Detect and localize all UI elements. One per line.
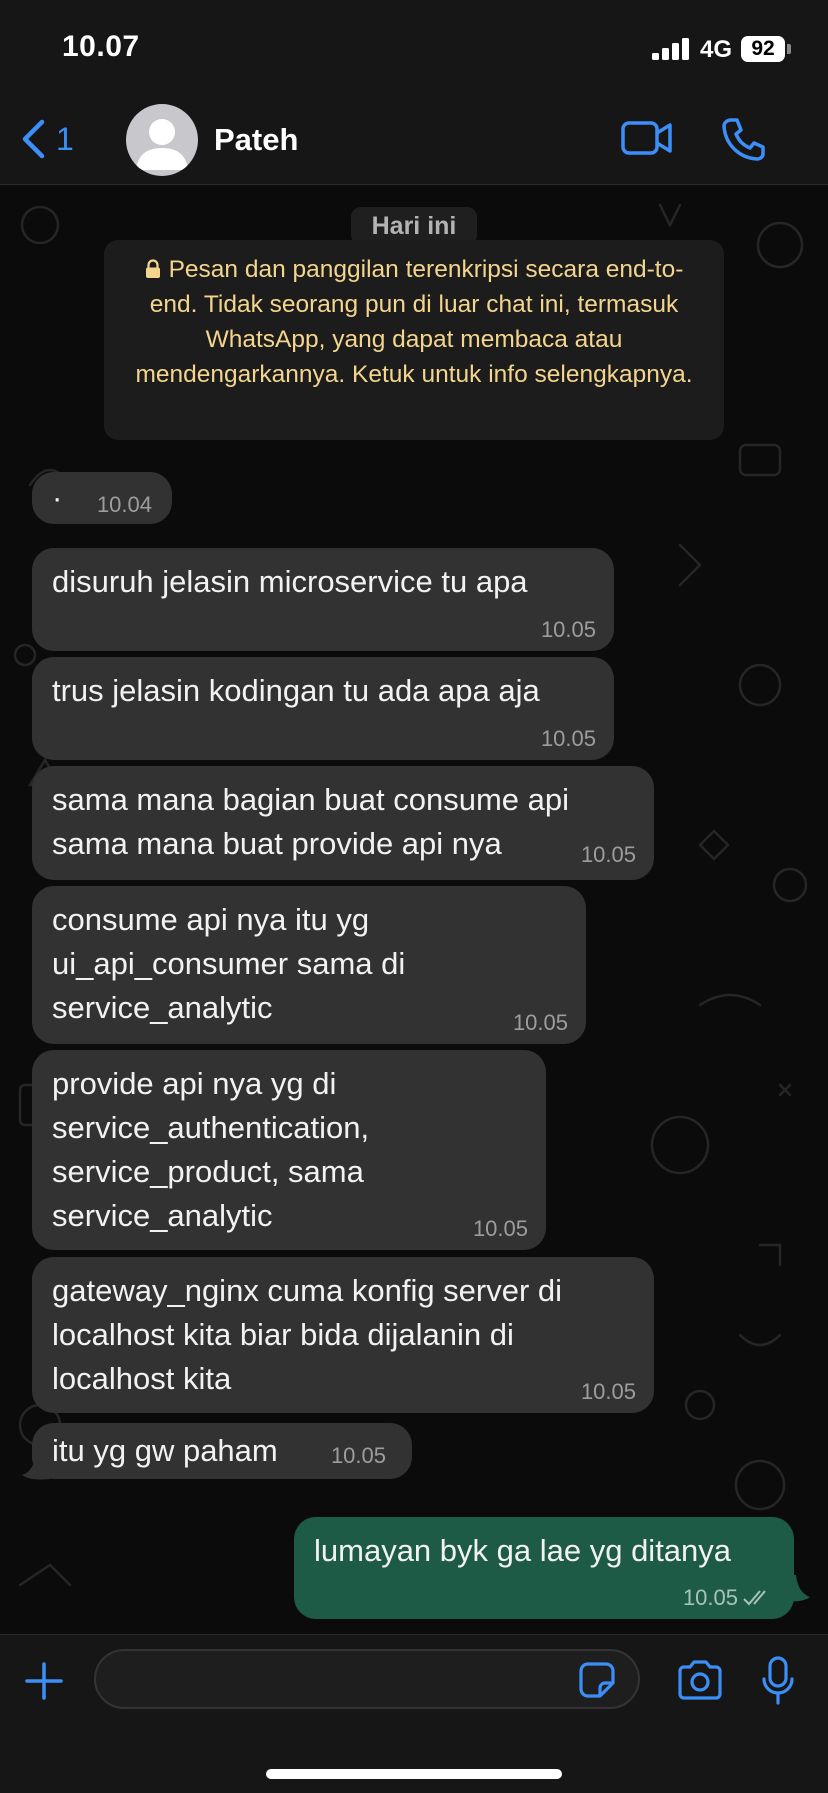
message-time: 10.05	[330, 1443, 386, 1468]
message-time: 10.05	[472, 1216, 528, 1241]
message-text: consume api nya itu yg ui_api_consumer s…	[52, 902, 406, 1025]
message-time: 10.05	[580, 842, 636, 867]
message-text: gateway_nginx cuma konfig server di loca…	[52, 1273, 563, 1396]
message-time: 10.05	[540, 617, 596, 642]
message-bubble-incoming[interactable]: · 10.04	[32, 472, 172, 524]
message-bubble-outgoing[interactable]: lumayan byk ga lae yg ditanya 10.05	[294, 1517, 794, 1619]
message-text: trus jelasin kodingan tu ada apa aja	[52, 673, 540, 708]
back-button[interactable]: 1	[20, 114, 90, 164]
video-call-button[interactable]	[620, 118, 674, 163]
video-camera-icon	[621, 121, 672, 155]
message-text: sama mana bagian buat consume api sama m…	[52, 782, 569, 861]
message-text: ·	[52, 480, 63, 515]
chat-area[interactable]: Hari ini Pesan dan panggilan terenkripsi…	[0, 185, 828, 1635]
status-time: 10.07	[62, 30, 140, 63]
unread-count: 1	[56, 120, 74, 157]
message-input[interactable]	[94, 1649, 640, 1709]
encryption-notice[interactable]: Pesan dan panggilan terenkripsi secara e…	[104, 240, 724, 440]
message-bubble-incoming[interactable]: gateway_nginx cuma konfig server di loca…	[32, 1257, 654, 1413]
message-input-bar	[0, 1634, 828, 1793]
double-check-icon	[743, 1590, 766, 1606]
home-indicator[interactable]	[266, 1769, 562, 1779]
plus-icon	[25, 1662, 63, 1700]
encryption-notice-text: Pesan dan panggilan terenkripsi secara e…	[135, 256, 693, 388]
message-time: 10.05	[540, 726, 596, 751]
status-bar: 10.07 4G 92	[0, 0, 828, 100]
network-type: 4G	[700, 36, 733, 63]
sticker-button[interactable]	[578, 1661, 616, 1704]
default-avatar-icon	[136, 119, 188, 170]
microphone-icon	[762, 1656, 794, 1705]
message-time: 10.05	[512, 1010, 568, 1035]
message-bubble-incoming[interactable]: trus jelasin kodingan tu ada apa aja 10.…	[32, 657, 614, 760]
contact-name[interactable]: Pateh	[214, 122, 298, 158]
message-time: 10.05	[580, 1379, 636, 1404]
battery-level: 92	[741, 36, 785, 62]
voice-message-button[interactable]	[760, 1655, 796, 1712]
message-time: 10.05	[683, 1583, 772, 1613]
battery-cap	[787, 44, 791, 54]
message-text: disuruh jelasin microservice tu apa	[52, 564, 528, 599]
message-bubble-incoming[interactable]: sama mana bagian buat consume api sama m…	[32, 766, 654, 880]
camera-icon	[678, 1660, 722, 1700]
signal-strength-icon	[652, 38, 689, 60]
voice-call-button[interactable]	[720, 116, 766, 167]
camera-button[interactable]	[676, 1659, 724, 1706]
chat-header: 1 Pateh	[0, 100, 828, 185]
message-bubble-incoming[interactable]: provide api nya yg di service_authentica…	[32, 1050, 546, 1250]
message-text: provide api nya yg di service_authentica…	[52, 1066, 370, 1233]
attach-button[interactable]	[24, 1661, 64, 1706]
message-bubble-incoming[interactable]: itu yg gw paham 10.05	[32, 1423, 412, 1479]
message-time: 10.04	[96, 492, 152, 517]
lock-icon	[145, 259, 160, 278]
chevron-left-icon	[22, 119, 45, 159]
avatar[interactable]	[126, 104, 198, 176]
message-text: itu yg gw paham	[52, 1433, 278, 1468]
message-time-value: 10.05	[682, 1585, 738, 1610]
sticker-icon	[579, 1662, 615, 1698]
message-bubble-incoming[interactable]: disuruh jelasin microservice tu apa 10.0…	[32, 548, 614, 651]
message-text: lumayan byk ga lae yg ditanya	[314, 1533, 732, 1568]
phone-icon	[722, 118, 765, 161]
message-bubble-incoming[interactable]: consume api nya itu yg ui_api_consumer s…	[32, 886, 586, 1044]
